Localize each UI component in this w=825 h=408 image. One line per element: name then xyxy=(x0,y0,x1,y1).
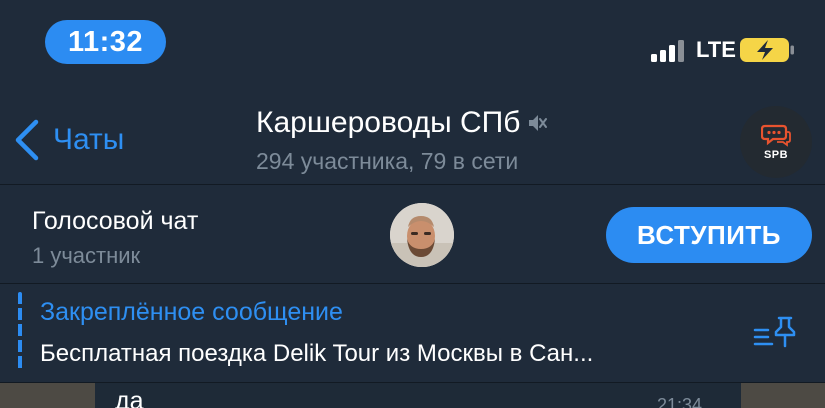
chat-title: Каршероводы СПб xyxy=(256,106,521,139)
pinned-title: Закреплённое сообщение xyxy=(40,298,343,326)
telegram-chat-screen: 11:32 LTE Чаты Каршероводы СПб 294 участ… xyxy=(0,0,825,408)
pinned-message-bar[interactable]: Закреплённое сообщение Бесплатная поездк… xyxy=(0,284,825,382)
voice-chat-title: Голосовой чат xyxy=(32,207,199,235)
chevron-left-icon xyxy=(15,119,39,161)
voice-chat-bar[interactable]: Голосовой чат 1 участник ВСТУПИТЬ xyxy=(0,185,825,283)
muted-speaker-icon xyxy=(529,115,548,131)
status-time[interactable]: 11:32 xyxy=(45,20,166,64)
message-bubble[interactable]: да 21:34 xyxy=(95,383,741,408)
navigation-bar: Чаты Каршероводы СПб 294 участника, 79 в… xyxy=(0,90,825,184)
chat-header[interactable]: Каршероводы СПб 294 участника, 79 в сети xyxy=(256,106,586,175)
chat-messages-area[interactable]: да 21:34 xyxy=(0,383,825,408)
message-time: 21:34 xyxy=(657,395,703,408)
network-type: LTE xyxy=(696,37,736,62)
pinned-indicator xyxy=(18,292,22,370)
back-button[interactable]: Чаты xyxy=(10,118,124,162)
join-voice-chat-button[interactable]: ВСТУПИТЬ xyxy=(606,207,812,263)
status-bar: 11:32 LTE xyxy=(0,0,825,90)
battery-charging-icon xyxy=(740,38,794,62)
avatar-label: SPB xyxy=(763,149,789,161)
message-text: да xyxy=(115,387,144,408)
voice-chat-participants: 1 участник xyxy=(32,243,141,268)
cellular-signal-icon xyxy=(651,40,688,62)
pinned-list-icon[interactable] xyxy=(752,314,796,354)
chat-avatar[interactable]: SPB xyxy=(740,106,812,178)
participant-avatar[interactable] xyxy=(390,203,454,267)
pinned-text: Бесплатная поездка Delik Tour из Москвы … xyxy=(40,340,594,367)
chat-subtitle: 294 участника, 79 в сети xyxy=(256,148,519,174)
back-label: Чаты xyxy=(53,123,125,156)
chat-bubbles-icon xyxy=(761,124,791,147)
participant-photo xyxy=(390,203,454,267)
